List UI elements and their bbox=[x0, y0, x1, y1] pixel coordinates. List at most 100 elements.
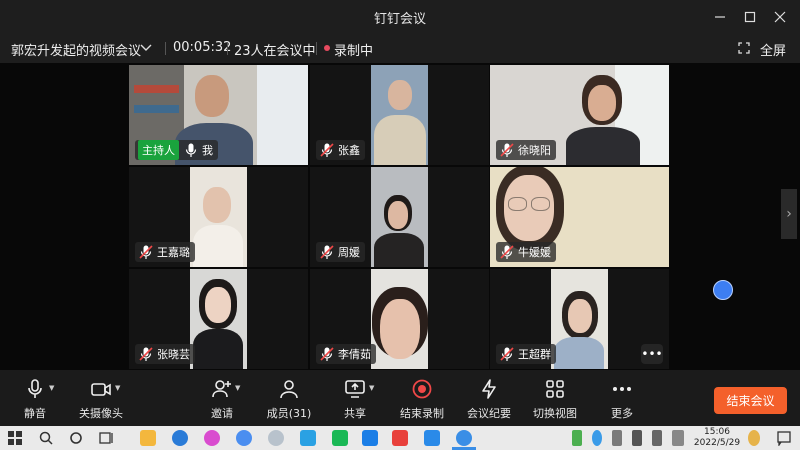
app-icon[interactable] bbox=[268, 430, 284, 446]
tray-icon[interactable] bbox=[612, 430, 622, 446]
microphone-muted-icon bbox=[500, 245, 514, 259]
input-method-icon[interactable] bbox=[672, 430, 684, 446]
fullscreen-icon[interactable] bbox=[738, 42, 750, 54]
person-body bbox=[374, 233, 424, 267]
person-body bbox=[193, 225, 243, 267]
fullscreen-button[interactable]: 全屏 bbox=[760, 40, 786, 59]
name-tag: 王嘉璐 bbox=[135, 242, 195, 262]
wechat-icon[interactable] bbox=[332, 430, 348, 446]
minutes-label: 会议纪要 bbox=[467, 407, 511, 420]
microphone-icon bbox=[28, 379, 42, 398]
mute-button[interactable]: 静音 bbox=[0, 376, 70, 422]
video-tile-zhangxiaoyun[interactable]: 张晓芸 bbox=[129, 269, 308, 369]
person-body bbox=[374, 115, 426, 165]
app-icon[interactable] bbox=[300, 430, 316, 446]
microphone-muted-icon bbox=[500, 143, 514, 157]
system-clock[interactable]: 15:06 2022/5/29 bbox=[692, 427, 742, 449]
chevron-down-icon[interactable]: ▼ bbox=[235, 384, 240, 392]
microphone-muted-icon bbox=[320, 347, 334, 361]
microphone-icon bbox=[185, 143, 197, 157]
end-recording-button[interactable]: 结束录制 bbox=[387, 376, 457, 422]
video-tile-wangchaoqun[interactable]: 王超群 ••• bbox=[490, 269, 669, 369]
camera-icon bbox=[91, 383, 111, 396]
participant-status[interactable]: 23人在会议中 bbox=[234, 40, 316, 59]
members-button[interactable]: 成员(31) bbox=[254, 376, 324, 422]
video-tile-xuxiaoyang[interactable]: 徐晓阳 bbox=[490, 65, 669, 165]
record-stop-icon bbox=[412, 379, 432, 399]
recording-dot-icon bbox=[324, 45, 330, 51]
invite-button[interactable]: 邀请 bbox=[187, 376, 257, 422]
next-page-arrow-icon[interactable]: › bbox=[781, 189, 797, 239]
camera-off-button[interactable]: 关摄像头 bbox=[66, 376, 136, 422]
floating-assistant-icon[interactable] bbox=[713, 280, 733, 300]
switch-view-button[interactable]: 切换视图 bbox=[520, 376, 590, 422]
members-icon bbox=[280, 380, 298, 399]
windows-start-icon[interactable] bbox=[7, 430, 23, 446]
chevron-down-icon[interactable] bbox=[140, 43, 152, 53]
glasses bbox=[508, 197, 527, 211]
meeting-toolbar: 静音 ▼ 关摄像头 ▼ 邀请 ▼ 成员(31) 共享 ▼ 结束录制 会议纪要 切… bbox=[0, 370, 800, 426]
close-icon bbox=[774, 11, 786, 22]
file-explorer-icon[interactable] bbox=[140, 430, 156, 446]
network-icon[interactable] bbox=[632, 430, 642, 446]
app-icon[interactable] bbox=[236, 430, 252, 446]
tray-icon[interactable] bbox=[592, 430, 602, 446]
participant-name: 张鑫 bbox=[338, 144, 360, 157]
person-head bbox=[195, 75, 229, 117]
chevron-down-icon[interactable]: ▼ bbox=[115, 384, 120, 392]
person-head bbox=[388, 80, 412, 110]
name-tag: 王超群 bbox=[496, 344, 556, 364]
video-tile-niuyuanyuan[interactable]: 牛媛媛 bbox=[490, 167, 669, 267]
host-badge: 主持人 bbox=[138, 140, 179, 160]
participant-name: 牛媛媛 bbox=[518, 246, 551, 259]
video-grid: 主持人 我 张鑫 徐晓阳 王嘉璐 周媛 牛媛媛 张晓芸 李倩茹 王超群 ••• … bbox=[0, 63, 800, 370]
wps-office-icon[interactable] bbox=[392, 430, 408, 446]
clock-time: 15:06 bbox=[704, 427, 730, 437]
minutes-button[interactable]: 会议纪要 bbox=[454, 376, 524, 422]
participant-name: 王超群 bbox=[518, 348, 551, 361]
name-tag: 牛媛媛 bbox=[496, 242, 556, 262]
video-tile-zhouyuan[interactable]: 周媛 bbox=[310, 167, 489, 267]
volume-icon[interactable] bbox=[652, 430, 662, 446]
cortana-icon[interactable] bbox=[68, 430, 84, 446]
chevron-down-icon[interactable]: ▼ bbox=[49, 384, 54, 392]
chevron-down-icon[interactable]: ▼ bbox=[369, 384, 374, 392]
dingtalk-icon[interactable] bbox=[456, 430, 472, 446]
tray-icon[interactable] bbox=[572, 430, 582, 446]
person-head bbox=[588, 85, 616, 121]
video-tile-zhangxin[interactable]: 张鑫 bbox=[310, 65, 489, 165]
clock-date: 2022/5/29 bbox=[693, 438, 741, 448]
more-options-icon[interactable]: ••• bbox=[641, 344, 663, 364]
more-button[interactable]: 更多 bbox=[587, 376, 657, 422]
participant-name: 我 bbox=[202, 144, 213, 157]
app-icon[interactable] bbox=[424, 430, 440, 446]
maximize-icon bbox=[744, 11, 756, 22]
end-meeting-button[interactable]: 结束会议 bbox=[714, 387, 787, 414]
app-icon[interactable] bbox=[362, 430, 378, 446]
person-body bbox=[193, 329, 243, 369]
video-tile-me[interactable]: 主持人 我 bbox=[129, 65, 308, 165]
participant-name: 王嘉璐 bbox=[157, 246, 190, 259]
meeting-name[interactable]: 郭宏升发起的视频会议 bbox=[11, 40, 141, 59]
share-button[interactable]: 共享 bbox=[320, 376, 390, 422]
window-frame bbox=[257, 65, 308, 165]
video-tile-wangjialu[interactable]: 王嘉璐 bbox=[129, 167, 308, 267]
glasses bbox=[531, 197, 550, 211]
person-body bbox=[566, 127, 640, 165]
microphone-muted-icon bbox=[320, 245, 334, 259]
name-tag: 徐晓阳 bbox=[496, 140, 556, 160]
edge-browser-icon[interactable] bbox=[172, 430, 188, 446]
meeting-info-bar: 郭宏升发起的视频会议 00:05:32 23人在会议中 录制中 全屏 bbox=[0, 33, 800, 63]
task-view-icon[interactable] bbox=[98, 430, 114, 446]
members-label: 成员(31) bbox=[266, 407, 312, 420]
notification-icon[interactable] bbox=[776, 430, 792, 446]
end-recording-label: 结束录制 bbox=[400, 407, 444, 420]
close-button[interactable] bbox=[760, 0, 800, 33]
browser-app-icon[interactable] bbox=[204, 430, 220, 446]
tray-app-icon[interactable] bbox=[748, 430, 760, 446]
video-tile-liqianru[interactable]: 李倩茹 bbox=[310, 269, 489, 369]
participant-name: 李倩茹 bbox=[338, 348, 371, 361]
share-label: 共享 bbox=[344, 407, 366, 420]
divider bbox=[227, 42, 228, 55]
search-icon[interactable] bbox=[38, 430, 54, 446]
